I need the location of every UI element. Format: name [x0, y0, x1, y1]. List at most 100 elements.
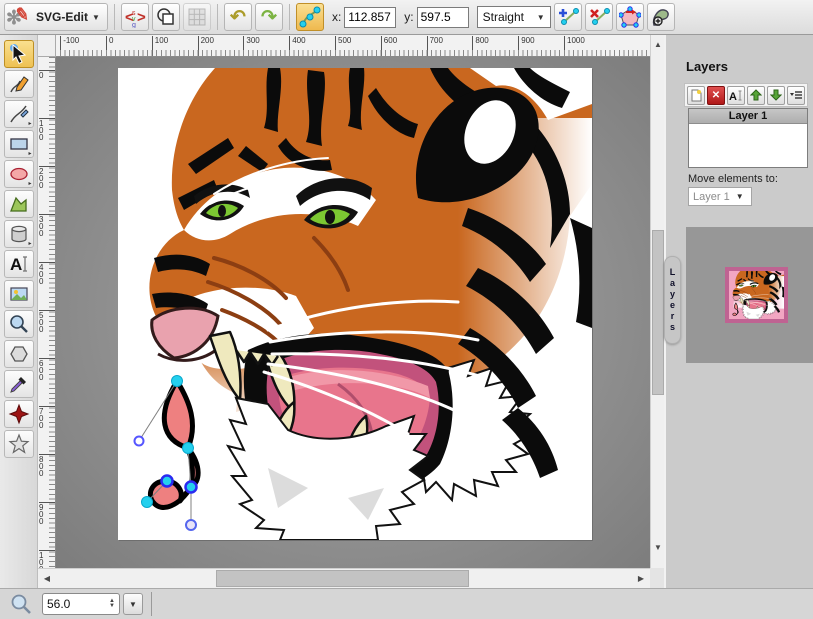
delete-node-button[interactable] [585, 3, 613, 31]
h-ruler-label: 0 [106, 36, 113, 57]
layer-options-button[interactable] [787, 86, 805, 105]
shapes-button[interactable] [152, 3, 180, 31]
tool-star[interactable] [4, 430, 34, 458]
tool-freehand-shape[interactable] [4, 190, 34, 218]
star-icon [8, 433, 30, 455]
y-coordinate-input[interactable] [417, 7, 469, 28]
flyout-arrow-icon: ▸ [28, 120, 31, 127]
path-node-selected[interactable] [186, 482, 197, 493]
hexagon-icon [8, 343, 30, 365]
path-node[interactable] [183, 443, 194, 454]
spinner-stepper-icon[interactable]: ▲▼ [109, 599, 115, 609]
scroll-up-icon[interactable]: ▲ [651, 37, 665, 51]
vertical-scrollbar[interactable]: ▲ ▼ [650, 35, 664, 568]
move-layer-up-button[interactable] [747, 86, 765, 105]
select-arrow-icon [8, 43, 30, 65]
x-coordinate-label: x: [332, 10, 341, 24]
v-ruler-label: 7 0 0 [39, 406, 55, 429]
tool-shape-star-cross[interactable] [4, 400, 34, 428]
rename-layer-button[interactable]: A [727, 86, 745, 105]
vertical-scrollbar-thumb[interactable] [652, 230, 664, 395]
new-layer-button[interactable] [687, 86, 705, 105]
horizontal-scrollbar[interactable]: ◀ ▶ [38, 568, 650, 588]
zoom-presets-dropdown[interactable]: ▼ [123, 593, 143, 615]
y-coordinate-label: y: [404, 10, 413, 24]
redo-button[interactable]: ↷ [255, 3, 283, 31]
grid-button[interactable] [183, 3, 211, 31]
svg-text:>: > [137, 9, 146, 26]
tool-path[interactable]: ▸ [4, 100, 34, 128]
layer-list[interactable]: Layer 1 [688, 108, 808, 168]
tool-image[interactable] [4, 280, 34, 308]
move-layer-down-button[interactable] [767, 86, 785, 105]
scroll-left-icon[interactable]: ◀ [40, 571, 54, 585]
tool-eyedropper[interactable] [4, 370, 34, 398]
toolbar-separator [217, 4, 218, 30]
pencil-icon [8, 73, 30, 95]
svg-edit-app: ✻✎ SVG-Edit ▼ < s v g > [0, 0, 813, 619]
canvas[interactable] [118, 68, 592, 540]
shapes-icon [155, 6, 177, 28]
thumbnail-artwork [729, 271, 784, 319]
chevron-down-icon: ▼ [736, 192, 744, 201]
add-node-button[interactable] [554, 3, 582, 31]
image-icon [8, 283, 30, 305]
add-subpath-icon [650, 6, 672, 28]
v-ruler-label: 9 0 0 [39, 502, 55, 525]
move-elements-select[interactable]: Layer 1 ▼ [688, 187, 752, 206]
segment-type-select[interactable]: Straight ▼ [477, 6, 551, 28]
workarea[interactable] [56, 57, 650, 568]
path-node[interactable] [172, 376, 183, 387]
chevron-down-icon: ▼ [129, 600, 137, 609]
source-code-icon: < s v g > [124, 6, 146, 28]
add-node-icon [557, 6, 579, 28]
v-ruler-label: 1 0 0 0 [39, 550, 55, 568]
tool-pencil[interactable] [4, 70, 34, 98]
zoom-level-spinner[interactable]: 56.0 ▲▼ [42, 593, 120, 615]
edit-source-button[interactable]: < s v g > [121, 3, 149, 31]
open-close-path-button[interactable] [616, 3, 644, 31]
tool-shape-library[interactable]: ▸ [4, 220, 34, 248]
delete-layer-button[interactable]: ✕ [707, 86, 725, 105]
v-ruler-label: 2 0 0 [39, 166, 55, 189]
bottom-bar-separator [151, 592, 152, 616]
bottom-bar: 56.0 ▲▼ ▼ [0, 588, 813, 619]
chevron-down-icon: ▼ [537, 13, 545, 22]
scroll-down-icon[interactable]: ▼ [651, 540, 665, 554]
close-path-icon [619, 6, 641, 28]
left-toolbar: ▸ ▸ ▸ ▸ A [0, 35, 38, 588]
v-ruler-label: 1 0 0 [39, 118, 55, 141]
cylinder-icon [8, 223, 30, 245]
layer-row-selected[interactable]: Layer 1 [689, 109, 807, 124]
v-ruler-label: 3 0 0 [39, 214, 55, 237]
path-node[interactable] [142, 497, 153, 508]
document-thumbnail[interactable] [725, 267, 788, 323]
path-control-handle[interactable] [186, 520, 196, 530]
tool-rect[interactable]: ▸ [4, 130, 34, 158]
path-control-handle[interactable] [135, 437, 144, 446]
tool-polygon[interactable] [4, 340, 34, 368]
zoom-magnifier-icon [10, 593, 32, 615]
undo-button[interactable]: ↶ [224, 3, 252, 31]
layers-panel-title: Layers [686, 59, 728, 74]
tool-ellipse[interactable]: ▸ [4, 160, 34, 188]
chevron-down-icon: ▼ [92, 13, 100, 22]
path-node-selected[interactable] [162, 476, 173, 487]
delete-x-icon: ✕ [712, 90, 720, 101]
tool-select[interactable] [4, 40, 34, 68]
x-coordinate-input[interactable] [344, 7, 396, 28]
link-control-points-button[interactable] [296, 3, 324, 31]
v-ruler-label: 5 0 0 [39, 310, 55, 333]
h-ruler-label: 600 [381, 36, 397, 57]
layers-panel-handle[interactable]: L a y e r s [664, 256, 681, 344]
h-ruler-label: 300 [243, 36, 259, 57]
scroll-right-icon[interactable]: ▶ [634, 571, 648, 585]
main-menu-button[interactable]: ✻✎ SVG-Edit ▼ [4, 3, 108, 31]
add-subpath-button[interactable] [647, 3, 675, 31]
tool-zoom[interactable] [4, 310, 34, 338]
eyedropper-icon [8, 373, 30, 395]
scrollbar-corner [650, 568, 664, 588]
svg-text:A: A [729, 91, 737, 102]
tool-text[interactable]: A [4, 250, 34, 278]
horizontal-scrollbar-thumb[interactable] [216, 570, 469, 587]
